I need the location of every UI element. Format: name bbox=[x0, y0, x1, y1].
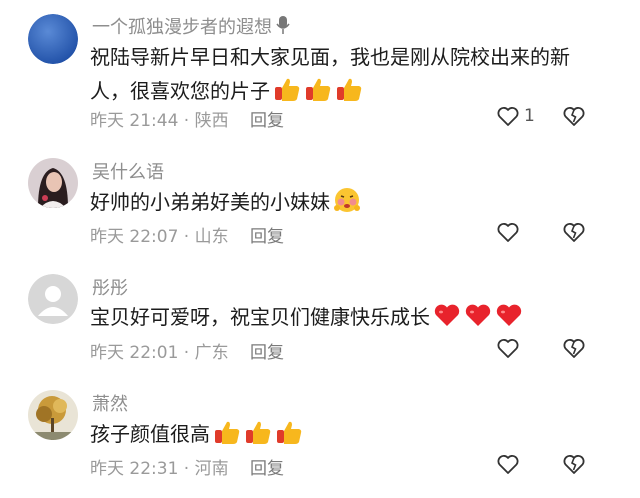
reply-button[interactable]: 回复 bbox=[250, 222, 284, 247]
dislike-button[interactable] bbox=[562, 220, 586, 248]
comment-text: 宝贝好可爱呀，祝宝贝们健康快乐成长 bbox=[90, 300, 600, 334]
broken-heart-icon bbox=[563, 223, 585, 242]
broken-heart-icon bbox=[563, 339, 585, 358]
username[interactable]: 萧然 bbox=[92, 390, 128, 416]
heart-outline-icon bbox=[497, 223, 519, 242]
red-heart-emoji bbox=[434, 304, 460, 326]
comment-text: 孩子颜值很高 bbox=[90, 417, 600, 451]
username[interactable]: 吴什么语 bbox=[92, 158, 164, 184]
avatar[interactable] bbox=[28, 14, 78, 64]
thumbs-up-emoji bbox=[246, 421, 271, 444]
thumbs-up-emoji bbox=[277, 421, 302, 444]
comment-meta: 昨天 21:44 · 陕西 bbox=[90, 111, 229, 131]
timestamp: 昨天 22:07 bbox=[90, 227, 179, 247]
location: 河南 bbox=[194, 459, 229, 479]
dislike-button[interactable] bbox=[562, 336, 586, 364]
username[interactable]: 彤彤 bbox=[92, 274, 128, 300]
comment-meta: 昨天 22:31 · 河南 bbox=[90, 459, 229, 479]
heart-outline-icon bbox=[497, 107, 519, 126]
comment-item: 彤彤 宝贝好可爱呀，祝宝贝们健康快乐成长 昨天 22:01 · 广东 回复 bbox=[0, 260, 640, 378]
heart-outline-icon bbox=[497, 455, 519, 474]
timestamp: 昨天 21:44 bbox=[90, 111, 179, 131]
comment-text: 好帅的小弟弟好美的小妹妹 bbox=[90, 185, 600, 219]
timestamp: 昨天 22:01 bbox=[90, 343, 179, 363]
like-button[interactable] bbox=[496, 220, 520, 244]
thumbs-up-emoji bbox=[275, 78, 300, 101]
comment-item: 一个孤独漫步者的遐想 祝陆导新片早日和大家见面，我也是刚从院校出来的新人，很喜欢… bbox=[0, 0, 640, 140]
location: 山东 bbox=[194, 227, 229, 247]
thumbs-up-emoji bbox=[215, 421, 240, 444]
red-heart-emoji bbox=[496, 304, 522, 326]
username[interactable]: 一个孤独漫步者的遐想 bbox=[92, 13, 290, 39]
like-button[interactable] bbox=[496, 452, 520, 476]
comment-item: 萧然 孩子颜值很高 昨天 22:31 · 河南 回复 bbox=[0, 378, 640, 498]
comment-meta: 昨天 22:07 · 山东 bbox=[90, 227, 229, 247]
reply-button[interactable]: 回复 bbox=[250, 338, 284, 363]
thumbs-up-emoji bbox=[306, 78, 331, 101]
comment-item: 吴什么语 好帅的小弟弟好美的小妹妹 昨天 22:07 · 山东 回复 bbox=[0, 140, 640, 260]
avatar[interactable] bbox=[28, 390, 78, 440]
comment-meta: 昨天 22:01 · 广东 bbox=[90, 343, 229, 363]
broken-heart-icon bbox=[563, 107, 585, 126]
red-heart-emoji bbox=[465, 304, 491, 326]
like-button[interactable] bbox=[496, 336, 520, 360]
dislike-button[interactable] bbox=[562, 452, 586, 480]
comment-text: 祝陆导新片早日和大家见面，我也是刚从院校出来的新人，很喜欢您的片子 bbox=[90, 45, 570, 103]
reply-button[interactable]: 回复 bbox=[250, 454, 284, 479]
timestamp: 昨天 22:31 bbox=[90, 459, 179, 479]
heart-outline-icon bbox=[497, 339, 519, 358]
location: 陕西 bbox=[194, 111, 229, 131]
dislike-button[interactable] bbox=[562, 104, 586, 132]
blush-face-emoji bbox=[334, 188, 360, 212]
location: 广东 bbox=[194, 343, 229, 363]
avatar[interactable] bbox=[28, 274, 78, 324]
reply-button[interactable]: 回复 bbox=[250, 106, 284, 131]
broken-heart-icon bbox=[563, 455, 585, 474]
avatar[interactable] bbox=[28, 158, 78, 208]
like-count: 1 bbox=[524, 106, 535, 126]
microphone-icon bbox=[276, 16, 290, 34]
thumbs-up-emoji bbox=[337, 78, 362, 101]
like-button[interactable]: 1 bbox=[496, 104, 535, 128]
